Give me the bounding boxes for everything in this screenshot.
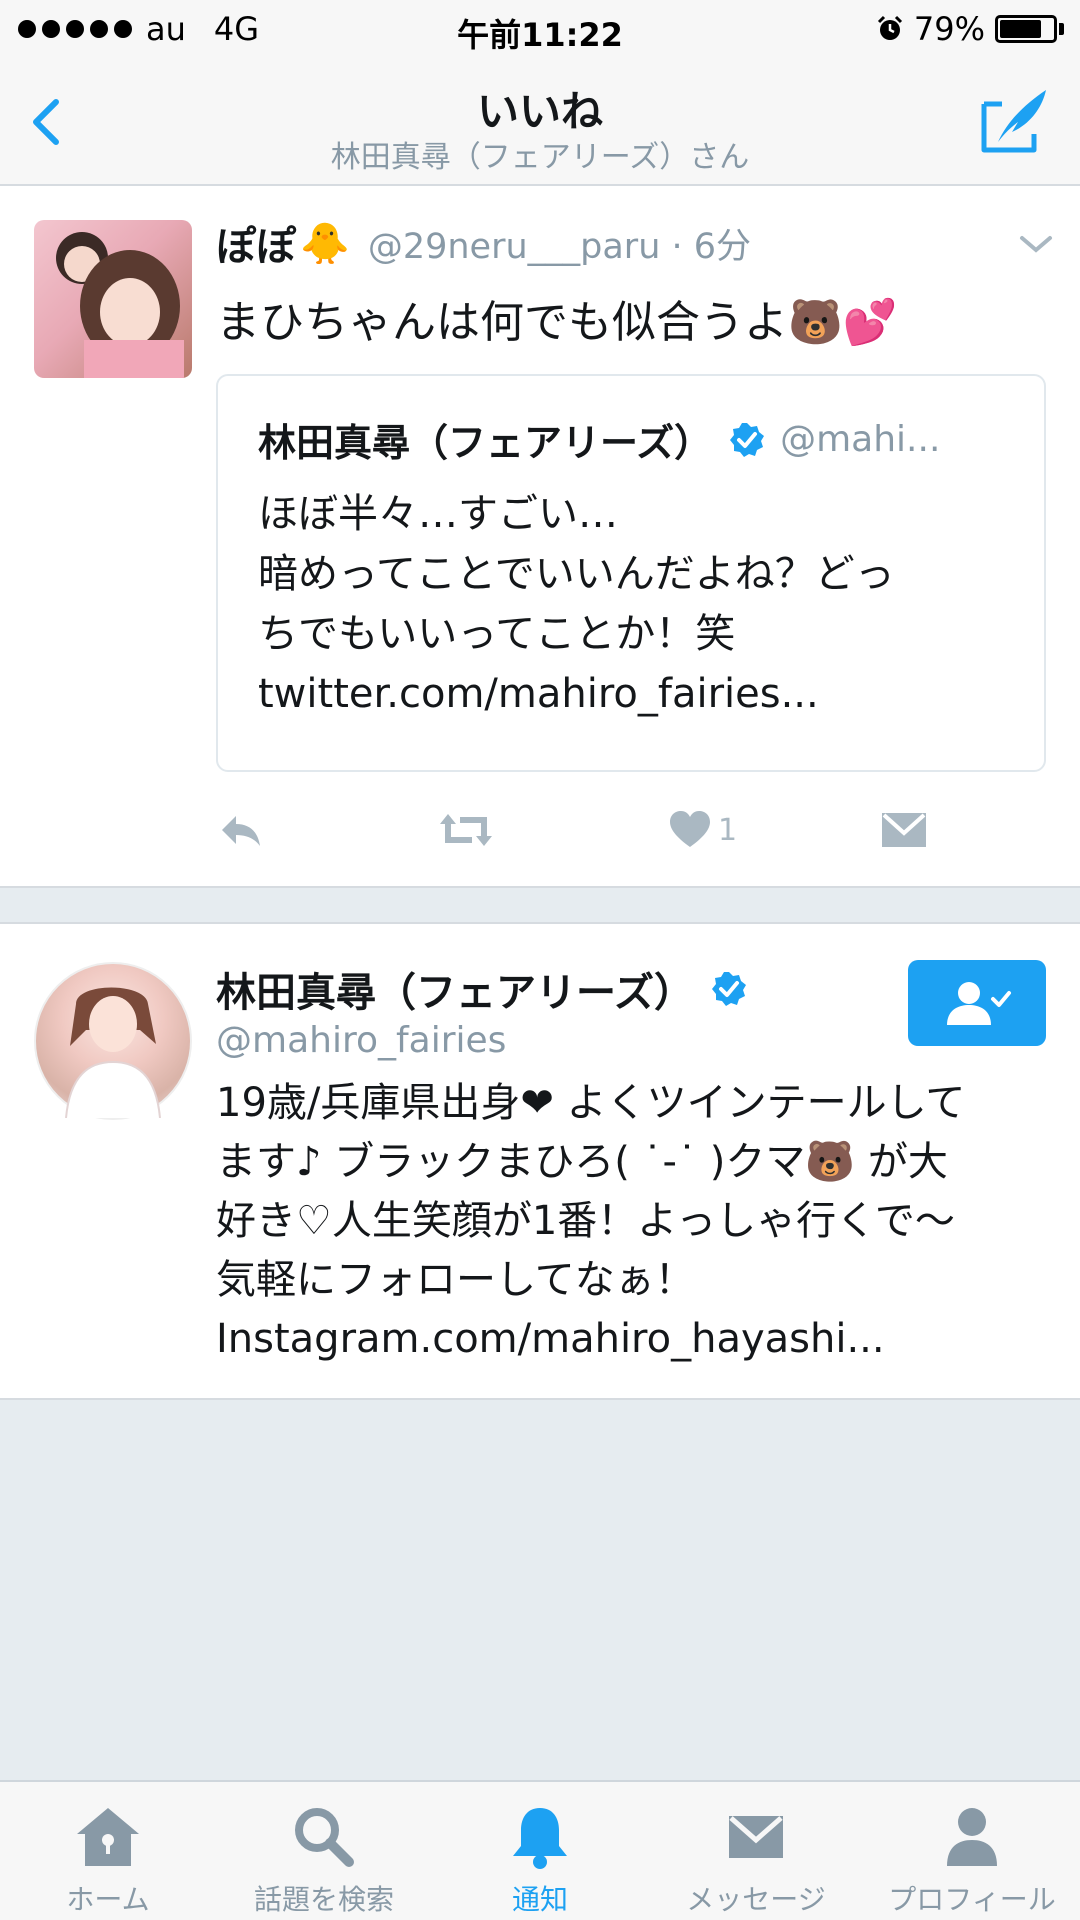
quoted-tweet-header: 林田真尋（フェアリーズ） @mahi...: [258, 412, 940, 467]
tweet-text: まひちゃんは何でも似合うよ🐻💕: [216, 297, 898, 348]
user-name[interactable]: 林田真尋（フェアリーズ）: [216, 960, 694, 1018]
verified-badge-icon: [712, 972, 746, 1006]
chick-emoji: 🐥: [300, 220, 350, 267]
battery-percent: 79%: [913, 10, 985, 48]
avatar[interactable]: [34, 220, 192, 378]
quoted-author-handle: @mahi...: [780, 419, 941, 460]
reply-icon: [222, 816, 260, 846]
reply-button[interactable]: [216, 800, 264, 860]
tweet-author-name[interactable]: ぽぽ: [216, 214, 296, 272]
bio-link[interactable]: Instagram.com/mahiro_hayashi...: [216, 1310, 1056, 1369]
nav-bar: いいね 林田真尋（フェアリーズ）さん: [0, 58, 1080, 186]
quoted-text-line: ほぼ半々…すごい…: [258, 491, 618, 537]
home-icon: [77, 1808, 139, 1866]
compose-tweet-icon[interactable]: [978, 84, 1052, 158]
bio-line: 気軽にフォローしてなぁ！: [216, 1257, 695, 1303]
tab-label: 通知: [511, 1883, 568, 1916]
tweet-author-handle: @29neru___paru · 6分: [367, 226, 752, 267]
like-button[interactable]: 1: [670, 800, 737, 860]
status-bar: au 4G 午前11:22 79%: [0, 0, 1080, 58]
person-check-icon: [947, 982, 1011, 1025]
tweet-actions: 1: [216, 800, 1046, 860]
quoted-tweet[interactable]: 林田真尋（フェアリーズ） @mahi... ほぼ半々…すごい… 暗めってことでい…: [216, 374, 1046, 772]
page-subtitle: 林田真尋（フェアリーズ）さん: [330, 140, 750, 175]
battery-icon: [995, 15, 1057, 43]
person-icon: [947, 1808, 997, 1866]
tab-label: プロフィール: [888, 1883, 1056, 1916]
following-button[interactable]: [908, 960, 1046, 1046]
tab-notifications[interactable]: 通知: [432, 1782, 648, 1920]
quoted-text-line: 暗めってことでいいんだよね？どっ: [258, 551, 895, 597]
envelope-icon: [729, 1816, 783, 1858]
heart-icon: [670, 811, 710, 847]
user-avatar[interactable]: [34, 962, 192, 1120]
tab-profile[interactable]: プロフィール: [864, 1782, 1080, 1920]
search-icon: [295, 1808, 354, 1867]
bell-icon: [513, 1808, 567, 1869]
alarm-icon: [877, 15, 902, 40]
page-title: いいね: [476, 87, 603, 136]
battery-tip: [1059, 23, 1064, 35]
direct-message-button[interactable]: [882, 800, 926, 860]
tab-label: ホーム: [66, 1883, 150, 1916]
tweet-card[interactable]: ぽぽ 🐥 @29neru___paru · 6分 まひちゃんは何でも似合うよ🐻💕…: [0, 186, 1080, 888]
verified-badge-icon: [730, 422, 765, 457]
user-card[interactable]: 林田真尋（フェアリーズ） @mahiro_fairies 19歳/兵庫県出身❤ …: [0, 922, 1080, 1400]
tab-messages[interactable]: メッセージ: [648, 1782, 864, 1920]
user-bio: 19歳/兵庫県出身❤ よくツインテールして ます♪ ブラックまひろ( ˙-˙ )…: [216, 1074, 1056, 1369]
retweet-button[interactable]: [438, 800, 494, 860]
bio-line: 好き♡人生笑顔が1番！よっしゃ行くで〜: [216, 1198, 955, 1244]
tab-label: 話題を検索: [253, 1883, 394, 1916]
tab-search[interactable]: 話題を検索: [216, 1782, 432, 1920]
quoted-link[interactable]: twitter.com/mahiro_fairies...: [258, 664, 1018, 724]
retweet-icon: [440, 814, 492, 846]
chevron-down-icon[interactable]: [1018, 232, 1054, 256]
like-count: 1: [718, 812, 738, 848]
tab-bar: ホーム 話題を検索 通知 メッセージ プロフィール: [0, 1780, 1080, 1920]
quoted-text-line: ちでもいいってことか！笑: [258, 611, 736, 657]
tweet-header: ぽぽ 🐥 @29neru___paru · 6分: [216, 214, 1056, 272]
user-handle: @mahiro_fairies: [216, 1020, 507, 1061]
bio-line: ます♪ ブラックまひろ( ˙-˙ )クマ🐻 が大: [216, 1139, 948, 1185]
tab-label: メッセージ: [686, 1883, 826, 1916]
bio-line: 19歳/兵庫県出身❤ よくツインテールして: [216, 1080, 966, 1126]
envelope-icon: [882, 813, 926, 847]
battery-fill: [1000, 20, 1041, 38]
quoted-tweet-body: ほぼ半々…すごい… 暗めってことでいいんだよね？どっ ちでもいいってことか！笑 …: [258, 484, 1018, 724]
tab-home[interactable]: ホーム: [0, 1782, 216, 1920]
status-right: 79%: [876, 10, 1064, 48]
user-name-row: 林田真尋（フェアリーズ）: [216, 960, 748, 1018]
quoted-author-name: 林田真尋（フェアリーズ）: [258, 421, 713, 465]
